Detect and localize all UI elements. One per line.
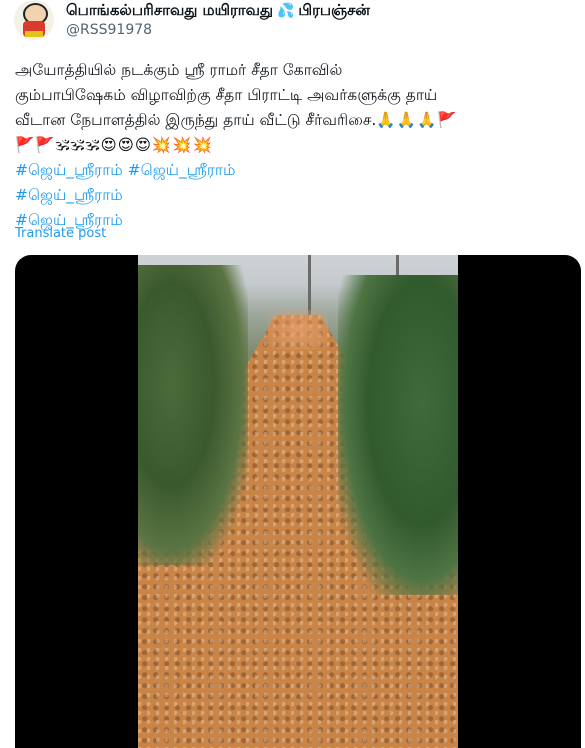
author-display-name-suffix[interactable]: பிரபஞ்சன் [298, 1, 370, 21]
trees-right [338, 275, 458, 595]
emoji-run: 🙏🙏🙏🚩 [376, 111, 458, 129]
video-player[interactable] [15, 255, 581, 748]
avatar-pants [25, 31, 43, 37]
road-haze [268, 310, 328, 350]
trees-left [138, 265, 248, 565]
tweet-line: வீடான நேபாளத்தில் இருந்து தாய் வீட்டு சீ… [15, 108, 575, 133]
video-frame[interactable] [138, 255, 458, 748]
tweet-line-text: வீடான நேபாளத்தில் இருந்து தாய் வீட்டு சீ… [15, 111, 377, 129]
hashtag-link[interactable]: #ஜெய்_ஸ்ரீராம் [15, 183, 575, 208]
author-name-row[interactable]: பொங்கல்பரிசாவது மயிராவது 💦 பிரபஞ்சன் [66, 0, 370, 22]
author-handle[interactable]: @RSS91978 [66, 22, 152, 38]
droplet-icon: 💦 [276, 3, 295, 19]
avatar[interactable] [14, 0, 54, 40]
tweet-text: அயோத்தியில் நடக்கும் ஸ்ரீ ராமர் சீதா கோவ… [15, 58, 575, 233]
tweet-line: அயோத்தியில் நடக்கும் ஸ்ரீ ராமர் சீதா கோவ… [15, 61, 343, 79]
hashtag-link[interactable]: #ஜெய்_ஸ்ரீராம் #ஜெய்_ஸ்ரீராம் [15, 158, 575, 183]
translate-post-link[interactable]: Translate post [15, 226, 106, 241]
tweet-line-text: கும்பாபிஷேகம் விழாவிற்கு சீதா பிராட்டி அ… [15, 86, 438, 104]
emoji-run: 🚩🚩🕉🕉🕉😍😍😍💥💥💥 [15, 136, 213, 154]
author-display-name[interactable]: பொங்கல்பரிசாவது மயிராவது [66, 1, 273, 21]
tweet-line: கும்பாபிஷேகம் விழாவிற்கு சீதா பிராட்டி அ… [15, 83, 575, 108]
